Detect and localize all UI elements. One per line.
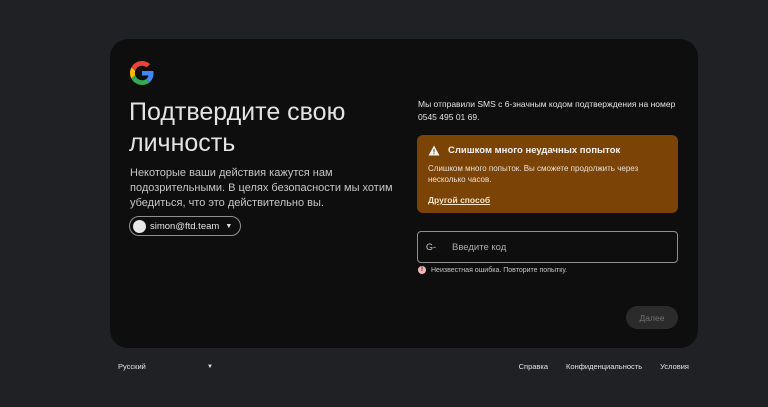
error-text: Неизвестная ошибка. Повторите попытку. <box>431 266 568 274</box>
google-logo-icon <box>130 61 154 85</box>
code-input[interactable] <box>452 241 652 253</box>
warning-banner: Слишком много неудачных попыток Слишком … <box>417 135 678 213</box>
warning-body: Слишком много попыток. Вы сможете продол… <box>428 164 639 184</box>
verification-card: Подтвердите свою личность Некоторые ваши… <box>110 39 698 348</box>
avatar <box>133 219 146 233</box>
warning-triangle-icon <box>428 145 440 156</box>
sms-sent-text: Мы отправили SMS с 6-значным кодом подтв… <box>418 99 676 122</box>
language-selector[interactable]: Русский ▼ <box>118 362 213 371</box>
error-message: ! Неизвестная ошибка. Повторите попытку. <box>418 266 567 274</box>
warning-title: Слишком много неудачных попыток <box>448 145 621 156</box>
account-chip[interactable]: simon@ftd.team ▼ <box>129 216 242 236</box>
help-link[interactable]: Справка <box>519 362 548 371</box>
privacy-link[interactable]: Конфиденциальность <box>566 362 642 371</box>
language-label: Русский <box>118 362 146 371</box>
account-email: simon@ftd.team <box>150 220 220 232</box>
footer-links: Справка Конфиденциальность Условия <box>519 362 689 371</box>
next-button[interactable]: Далее <box>626 306 678 329</box>
caret-down-icon: ▼ <box>225 222 233 230</box>
caret-down-icon: ▼ <box>207 363 213 370</box>
error-circle-icon: ! <box>418 266 426 274</box>
try-another-way-link[interactable]: Другой способ <box>428 195 490 205</box>
code-prefix: G- <box>426 242 436 252</box>
code-field[interactable]: G- <box>417 231 678 263</box>
terms-link[interactable]: Условия <box>660 362 689 371</box>
page-title: Подтвердите свою личность <box>129 98 346 157</box>
page-description: Некоторые ваши действия кажутся нам подо… <box>130 167 393 209</box>
